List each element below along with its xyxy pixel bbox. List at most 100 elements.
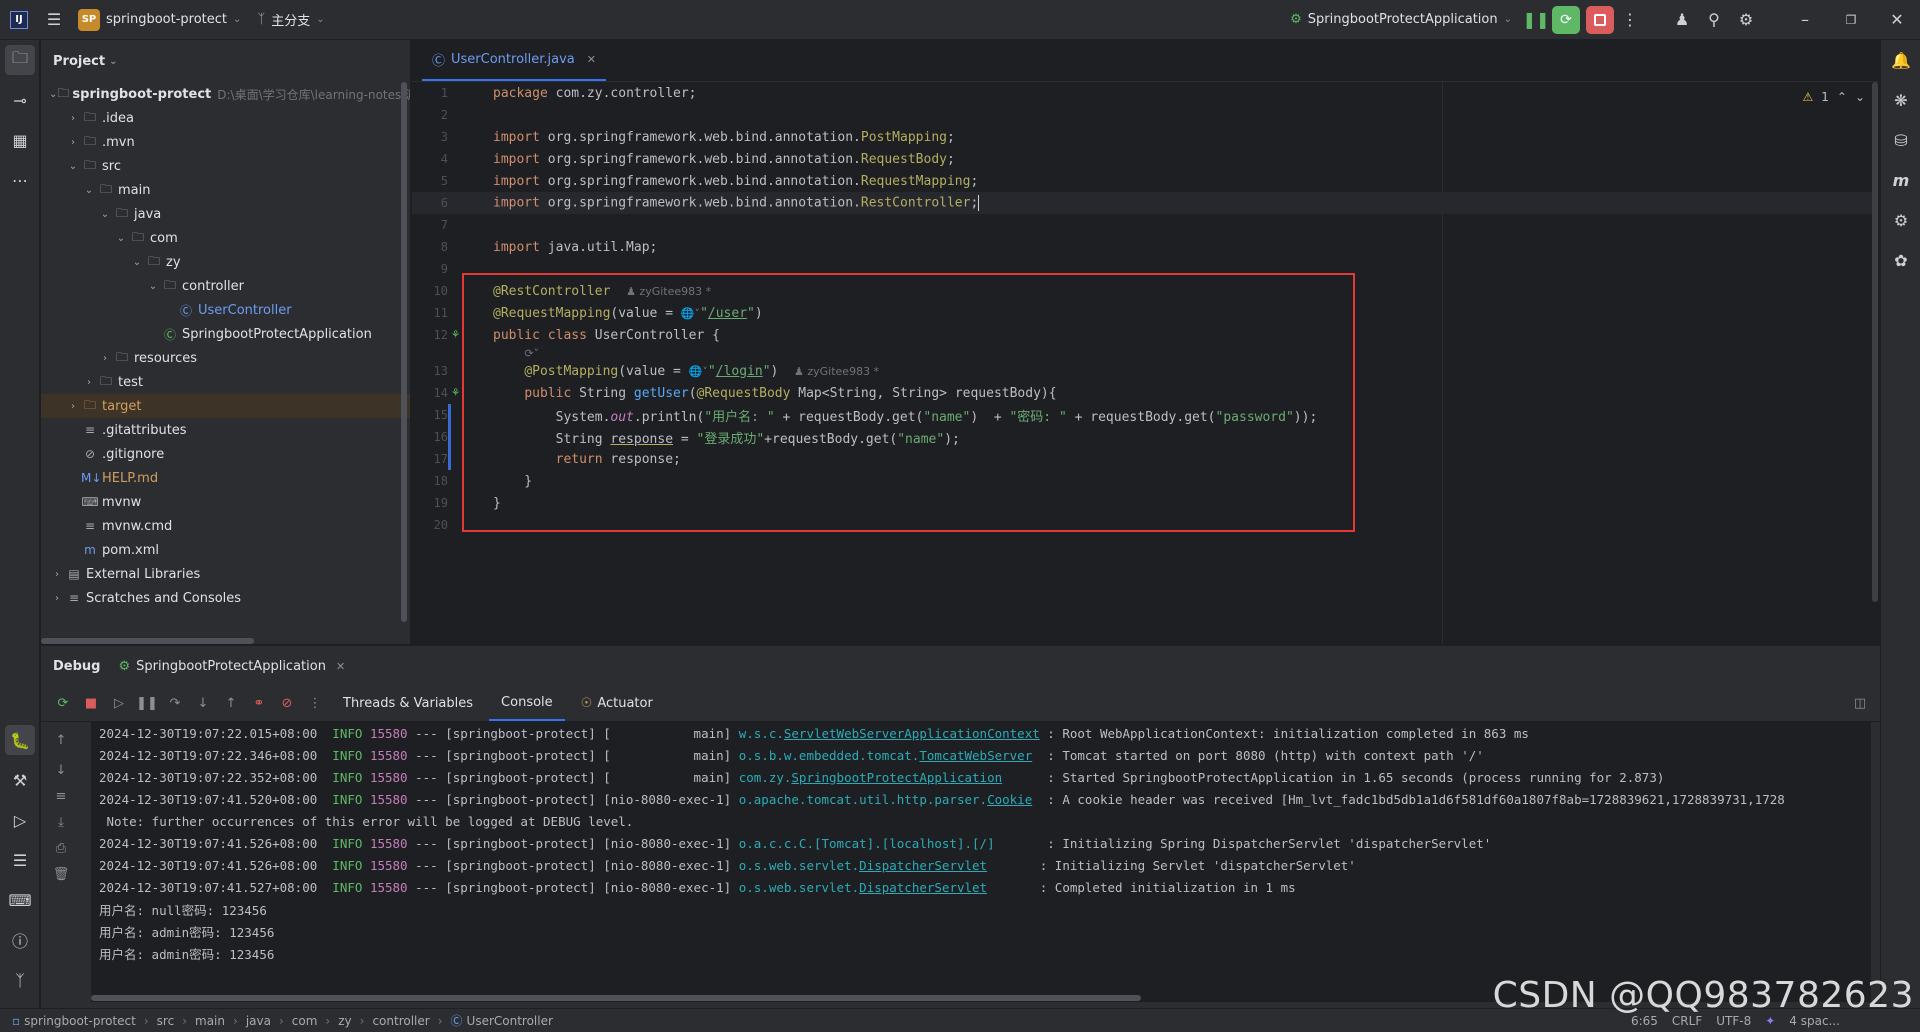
tree-item-mvnw[interactable]: ⌨ mvnw	[41, 490, 410, 514]
chevron-down-icon[interactable]: ⌄	[65, 161, 81, 172]
chevron-right-icon[interactable]: ›	[81, 377, 97, 388]
commit-icon[interactable]: ⊸	[0, 80, 40, 120]
tree-item-main[interactable]: ⌄ 🗀 main	[41, 178, 410, 202]
add-user-icon[interactable]: ♟	[1666, 6, 1698, 34]
breadcrumb-item[interactable]: main	[195, 1014, 225, 1028]
log-line[interactable]: 用户名: admin密码: 123456	[91, 920, 1871, 942]
code-line[interactable]: 2	[412, 104, 1872, 126]
breadcrumb-item[interactable]: com	[292, 1014, 318, 1028]
code-line[interactable]: ⟳˅	[412, 346, 1872, 360]
tree-item-usercontroller[interactable]: Ⓒ UserController	[41, 298, 410, 322]
code-line[interactable]: 6 import org.springframework.web.bind.ann…	[412, 192, 1872, 214]
code-line[interactable]: 19}	[412, 492, 1872, 514]
build-hammer-icon[interactable]: ⚒	[0, 760, 40, 800]
structure-icon[interactable]: ▦	[0, 120, 40, 160]
line-number[interactable]: 20	[412, 518, 448, 532]
ai-assistant-icon[interactable]: ❋	[1881, 80, 1920, 120]
code-line[interactable]: 4 import org.springframework.web.bind.ann…	[412, 148, 1872, 170]
scroll-to-end-icon[interactable]: ⤓	[49, 810, 73, 834]
more-actions-icon[interactable]: ⋮	[1614, 6, 1646, 34]
breadcrumb-item[interactable]: springboot-protect	[24, 1014, 136, 1028]
tree-item-external-libraries[interactable]: › ▤ External Libraries	[41, 562, 410, 586]
line-number[interactable]: 13	[412, 364, 448, 378]
log-line[interactable]: 2024-12-30T19:07:41.526+08:00 INFO 15580…	[91, 832, 1871, 854]
log-line[interactable]: 2024-12-30T19:07:22.352+08:00 INFO 15580…	[91, 766, 1871, 788]
scroll-up-icon[interactable]: ↑	[49, 728, 73, 752]
line-number[interactable]: 2	[412, 108, 448, 122]
step-into-icon[interactable]: ↓	[191, 692, 215, 716]
problems-icon[interactable]: ⓘ	[0, 920, 40, 960]
line-number[interactable]: 15	[412, 408, 448, 422]
close-tab-icon[interactable]: ✕	[587, 53, 596, 66]
log-line[interactable]: Note: further occurrences of this error …	[91, 810, 1871, 832]
breadcrumb-item[interactable]: zy	[338, 1014, 351, 1028]
project-folder-icon[interactable]: 🗀	[5, 45, 35, 75]
line-number[interactable]: 16	[412, 430, 448, 444]
settings-gear-icon[interactable]: ⚙	[1730, 6, 1762, 34]
log-line[interactable]: 2024-12-30T19:07:22.346+08:00 INFO 15580…	[91, 744, 1871, 766]
log-line[interactable]: 用户名: admin密码: 123456	[91, 942, 1871, 964]
log-line[interactable]: 2024-12-30T19:07:41.520+08:00 INFO 15580…	[91, 788, 1871, 810]
log-logger-link[interactable]: o.a.c.c.C.[Tomcat].[localhost].[/]	[739, 836, 995, 851]
log-logger-link[interactable]: com.zy.SpringbootProtectApplication	[739, 770, 1002, 785]
maven-icon[interactable]: m	[1881, 160, 1920, 200]
tree-item-pom-xml[interactable]: m pom.xml	[41, 538, 410, 562]
project-panel-header[interactable]: Project ⌄	[41, 40, 410, 82]
tree-item-springbootprotectapplication[interactable]: Ⓒ SpringbootProtectApplication	[41, 322, 410, 346]
line-number[interactable]: 7	[412, 218, 448, 232]
editor-scrollbar[interactable]	[1872, 82, 1878, 602]
debug-session-tab[interactable]: ⚙ SpringbootProtectApplication ✕	[118, 659, 345, 674]
log-line[interactable]: 2024-12-30T19:07:22.015+08:00 INFO 15580…	[91, 722, 1871, 744]
line-number[interactable]: 3	[412, 130, 448, 144]
line-number[interactable]: 8	[412, 240, 448, 254]
tab-actuator[interactable]: ☉ Actuator	[569, 696, 665, 711]
restore-icon[interactable]: ❐	[1828, 6, 1874, 34]
tree-item-help-md[interactable]: M↓ HELP.md	[41, 466, 410, 490]
run-config-selector[interactable]: ⚙ SpringbootProtectApplication ⌄	[1282, 6, 1520, 34]
more-icon[interactable]: ⋮	[303, 692, 327, 716]
line-number[interactable]: 14	[412, 386, 448, 400]
tree-item-java[interactable]: ⌄ 🗀 java	[41, 202, 410, 226]
tree-item--idea[interactable]: › 🗀 .idea	[41, 106, 410, 130]
step-out-icon[interactable]: ↑	[219, 692, 243, 716]
close-tab-icon[interactable]: ✕	[336, 660, 345, 673]
chevron-down-icon[interactable]: ⌄	[97, 209, 113, 220]
tree-item-scratches-and-consoles[interactable]: › ≡ Scratches and Consoles	[41, 586, 410, 610]
chevron-down-icon[interactable]: ⌄	[129, 257, 145, 268]
chevron-right-icon[interactable]: ›	[65, 401, 81, 412]
log-line[interactable]: 2024-12-30T19:07:41.527+08:00 INFO 15580…	[91, 876, 1871, 898]
breadcrumb-item[interactable]: src	[157, 1014, 175, 1028]
tree-item-mvnw-cmd[interactable]: ≡ mvnw.cmd	[41, 514, 410, 538]
terminal-icon[interactable]: ⌨	[0, 880, 40, 920]
tree-item-src[interactable]: ⌄ 🗀 src	[41, 154, 410, 178]
view-breakpoints-icon[interactable]: ⚭	[247, 692, 271, 716]
app-logo-icon[interactable]: IJ	[10, 10, 28, 29]
step-over-icon[interactable]: ↷	[163, 692, 187, 716]
git-icon[interactable]: ᛉ	[0, 960, 40, 1000]
code-line[interactable]: 11 @RequestMapping(value = 🌐˅"/user")	[412, 302, 1872, 324]
log-logger-link[interactable]: o.apache.tomcat.util.http.parser.Cookie	[739, 792, 1033, 807]
log-line[interactable]: 用户名: null密码: 123456	[91, 898, 1871, 920]
branch-selector[interactable]: ᛉ 主分支 ⌄	[249, 6, 332, 34]
tab-console[interactable]: Console	[489, 687, 565, 721]
pause-icon[interactable]: ❚❚	[1520, 6, 1552, 34]
log-logger-link[interactable]: o.s.b.w.embedded.tomcat.TomcatWebServer	[739, 748, 1033, 763]
line-number[interactable]: 18	[412, 474, 448, 488]
editor-tab-usercontroller[interactable]: Ⓒ UserController.java ✕	[422, 40, 606, 81]
line-number[interactable]: 9	[412, 262, 448, 276]
code-line[interactable]: 17 return response;	[412, 448, 1872, 470]
breadcrumb-item[interactable]: UserController	[467, 1014, 553, 1028]
code-line[interactable]: 14 ⚘ public String getUser(@RequestBody M…	[412, 382, 1872, 404]
horizontal-scrollbar[interactable]	[41, 638, 254, 644]
stop-icon[interactable]: ■	[79, 692, 103, 716]
tree-item-target[interactable]: › 🗀 target	[41, 394, 410, 418]
scroll-down-icon[interactable]: ↓	[49, 758, 73, 782]
copilot-icon[interactable]: ⚙	[1881, 200, 1920, 240]
log-line[interactable]: 2024-12-30T19:07:41.526+08:00 INFO 15580…	[91, 854, 1871, 876]
line-number[interactable]: 10	[412, 284, 448, 298]
tree-item-controller[interactable]: ⌄ 🗀 controller	[41, 274, 410, 298]
soft-wrap-icon[interactable]: ≡	[49, 784, 73, 808]
chevron-right-icon[interactable]: ›	[49, 593, 65, 604]
code-line[interactable]: 7	[412, 214, 1872, 236]
line-number[interactable]: 5	[412, 174, 448, 188]
